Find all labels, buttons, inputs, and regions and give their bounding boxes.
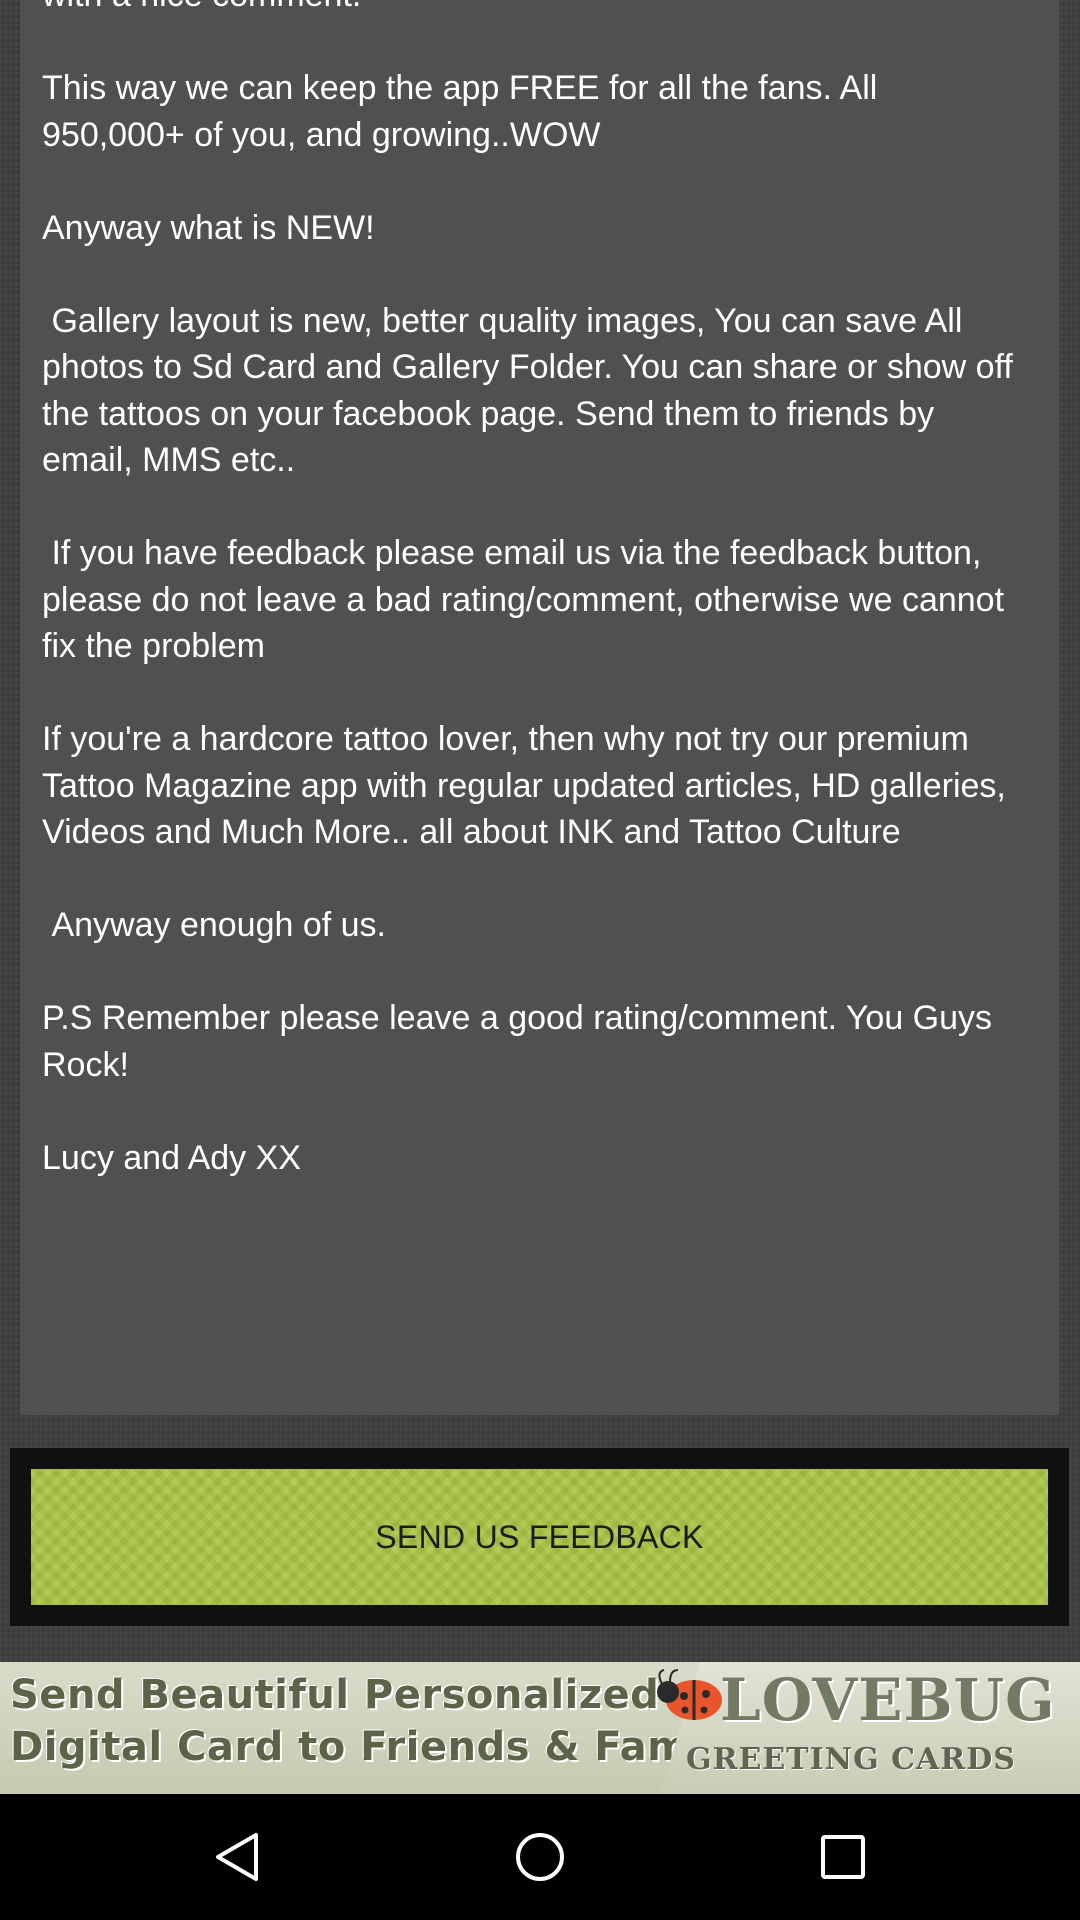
system-navigation-bar bbox=[0, 1794, 1080, 1920]
recent-apps-square-icon bbox=[821, 1835, 865, 1879]
ad-brand-name: LOVEBUG bbox=[720, 1666, 1056, 1734]
feedback-button-frame: SEND US FEEDBACK bbox=[10, 1448, 1069, 1626]
ad-line-1: Send Beautiful Personalized bbox=[10, 1672, 660, 1718]
ad-banner[interactable]: Send Beautiful Personalized Digital Card… bbox=[0, 1662, 1080, 1794]
send-feedback-button[interactable]: SEND US FEEDBACK bbox=[31, 1469, 1048, 1605]
home-button[interactable] bbox=[500, 1817, 580, 1897]
send-feedback-label: SEND US FEEDBACK bbox=[375, 1518, 704, 1555]
back-button[interactable] bbox=[198, 1817, 278, 1897]
back-triangle-icon bbox=[216, 1833, 258, 1881]
home-circle-icon bbox=[516, 1833, 564, 1881]
ad-line-2: Digital Card to Friends & Family bbox=[10, 1724, 745, 1770]
ad-brand-subtitle: GREETING CARDS bbox=[686, 1742, 1016, 1777]
ladybug-icon bbox=[657, 1669, 722, 1720]
description-text: with a nice comment. This way we can kee… bbox=[42, 0, 1013, 1177]
description-panel[interactable]: with a nice comment. This way we can kee… bbox=[20, 0, 1059, 1415]
recent-apps-button[interactable] bbox=[803, 1817, 883, 1897]
